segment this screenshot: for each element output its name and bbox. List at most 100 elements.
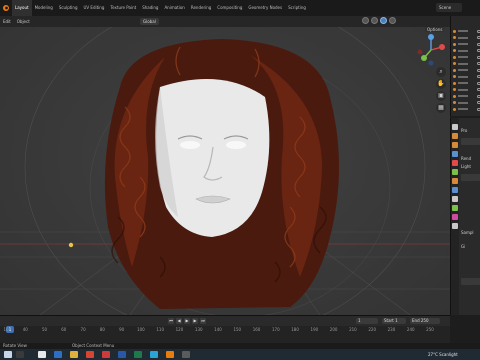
search-icon[interactable] [16,351,24,358]
properties-tab-icon[interactable] [452,205,458,211]
properties-tab-icon[interactable] [452,124,458,130]
tab-uv-editing[interactable]: UV Editing [81,0,108,16]
edit-menu[interactable]: Edit [0,19,14,24]
timeline-tick-label: 180 [291,327,299,332]
timeline-tick-label: 250 [426,327,434,332]
folder-icon[interactable] [70,351,78,358]
rendered-shading-button[interactable] [389,17,396,24]
outliner-row[interactable] [453,80,480,86]
app-icon[interactable] [38,351,46,358]
solid-shading-button[interactable] [371,17,378,24]
timeline-tick-label: 100 [137,327,145,332]
options-dropdown[interactable]: Options [425,27,445,32]
outliner-row[interactable] [453,61,480,67]
timeline-ruler[interactable]: 1 10 40 50 60 70 80 90 100 110 120 130 140 150 160 170… [0,326,450,335]
current-frame-field[interactable]: 1 [356,318,378,324]
tab-geometry-nodes[interactable]: Geometry Nodes [245,0,285,16]
outliner-item-name [458,101,468,104]
end-label: End [412,318,420,323]
properties-panel[interactable]: Pro Rend Light Sampl Gi [450,118,480,315]
outliner-row[interactable] [453,41,480,47]
browser-icon[interactable] [150,351,158,358]
object-type-icon [453,29,456,33]
material-preview-shading-button[interactable] [380,17,387,24]
properties-tab-icon[interactable] [452,160,458,166]
play-button[interactable]: ▶ [184,318,190,324]
tab-compositing[interactable]: Compositing [214,0,245,16]
blender-taskbar-icon[interactable] [166,351,174,358]
outliner-row[interactable] [453,28,480,34]
next-key-button[interactable]: ▶ [192,318,198,324]
outliner-row[interactable] [453,48,480,54]
timeline-panel[interactable]: ⏮ ◀ ▶ ▶ ⏭ 1 Start 1 End 250 1 10 40 50 60 70… [0,315,450,343]
tab-scripting[interactable]: Scripting [285,0,309,16]
grid-toggle-icon[interactable]: ▦ [436,103,446,113]
app-icon[interactable] [182,351,190,358]
outliner-row[interactable] [453,35,480,41]
properties-tab-icon[interactable] [452,169,458,175]
app-icon[interactable] [54,351,62,358]
app-icon[interactable] [118,351,126,358]
frame-end-field[interactable]: End 250 [410,318,440,324]
properties-tab-icon[interactable] [452,142,458,148]
timeline-controls: ⏮ ◀ ▶ ▶ ⏭ 1 Start 1 End 250 [0,316,450,326]
outliner-item-name [458,36,468,39]
transform-orientation-dropdown[interactable]: Global [140,18,159,25]
properties-field[interactable] [461,174,480,181]
tab-layout[interactable]: Layout [12,0,32,16]
object-type-icon [453,88,456,91]
tab-modeling[interactable]: Modeling [32,0,56,16]
start-value: 1 [395,318,398,323]
outliner-item-name [458,75,468,78]
scene-selector[interactable]: Scene [436,3,462,12]
properties-field[interactable] [461,278,480,285]
tab-sculpting[interactable]: Sculpting [56,0,81,16]
camera-view-icon[interactable]: ▣ [436,91,446,101]
outliner-row[interactable] [453,93,480,99]
properties-tab-icon[interactable] [452,151,458,157]
app-icon[interactable] [102,351,110,358]
weather-widget[interactable]: 27°C Scanlight [428,349,458,360]
outliner-row[interactable] [453,67,480,73]
object-type-icon [453,101,456,104]
outliner-row[interactable] [453,74,480,80]
properties-field[interactable] [461,138,480,145]
3d-viewport[interactable]: Options ⌕ ✋ ▣ ▦ [0,27,450,315]
prev-key-button[interactable]: ◀ [176,318,182,324]
jump-end-button[interactable]: ⏭ [200,318,206,324]
outliner-panel[interactable] [450,16,480,116]
outliner-row[interactable] [453,106,480,112]
properties-tab-icon[interactable] [452,223,458,229]
zoom-icon[interactable]: ⌕ [436,67,446,77]
tab-animation[interactable]: Animation [161,0,187,16]
timeline-tick-label: 200 [329,327,338,332]
properties-tab-icon[interactable] [452,214,458,220]
jump-start-button[interactable]: ⏮ [168,318,174,324]
properties-tab-icon[interactable] [452,133,458,139]
tab-rendering[interactable]: Rendering [188,0,214,16]
blender-logo-icon[interactable] [0,0,12,16]
outliner-row[interactable] [453,54,480,60]
timeline-tick-label: 150 [233,327,242,332]
properties-tab-icon[interactable] [452,187,458,193]
properties-tab-icon[interactable] [452,178,458,184]
frame-start-field[interactable]: Start 1 [382,318,406,324]
object-menu[interactable]: Object [14,19,33,24]
tab-texture-paint[interactable]: Texture Paint [107,0,139,16]
tab-shading[interactable]: Shading [139,0,161,16]
object-type-icon [453,49,456,52]
windows-start-icon[interactable] [4,351,12,358]
object-type-icon [453,62,456,65]
app-icon[interactable] [86,351,94,358]
wireframe-shading-button[interactable] [362,17,369,24]
outliner-row[interactable] [453,100,480,106]
workspace-tab-bar: Layout Modeling Sculpting UV Editing Texture… [0,0,480,16]
timeline-tick-label: 60 [61,327,67,332]
properties-row: Sampl [461,230,474,235]
outliner-item-name [458,82,468,84]
app-icon[interactable] [134,351,142,358]
properties-tab-icon[interactable] [452,196,458,202]
hand-pan-icon[interactable]: ✋ [436,79,446,89]
outliner-row[interactable] [453,87,480,93]
gizmo-axis-icon[interactable] [414,33,448,67]
